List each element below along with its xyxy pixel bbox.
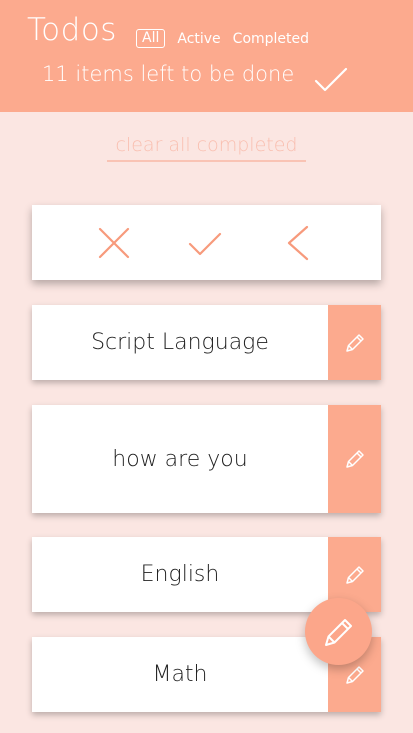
header: Todos All Active Completed 11 items left… xyxy=(0,0,413,112)
filter-tabs: All Active Completed xyxy=(136,29,309,48)
todo-text: Math xyxy=(152,662,208,687)
add-todo-button[interactable] xyxy=(305,598,372,665)
pencil-icon xyxy=(345,565,364,584)
pencil-icon xyxy=(345,450,364,468)
todo-text: English xyxy=(140,562,220,587)
clear-completed-link[interactable]: clear all completed xyxy=(107,134,306,162)
filter-active[interactable]: Active xyxy=(177,31,220,47)
todo-text: Script Language xyxy=(91,330,269,355)
toggle-all-check-icon[interactable] xyxy=(312,66,350,94)
filter-all[interactable]: All xyxy=(136,29,166,48)
check-icon[interactable] xyxy=(187,225,223,261)
close-icon[interactable] xyxy=(96,225,132,261)
app-title: Todos xyxy=(27,12,117,48)
pencil-icon xyxy=(324,618,352,646)
items-left-text: 11 items left to be done xyxy=(42,62,295,86)
filter-completed[interactable]: Completed xyxy=(233,31,309,47)
pencil-icon xyxy=(345,665,364,684)
todo-item[interactable]: how are you xyxy=(32,405,381,513)
action-bar xyxy=(32,205,381,280)
edit-button[interactable] xyxy=(328,305,381,380)
todo-text: how are you xyxy=(112,446,248,472)
chevron-left-icon[interactable] xyxy=(282,225,318,261)
todo-item[interactable]: Script Language xyxy=(32,305,381,380)
edit-button[interactable] xyxy=(328,405,381,513)
pencil-icon xyxy=(345,333,364,352)
